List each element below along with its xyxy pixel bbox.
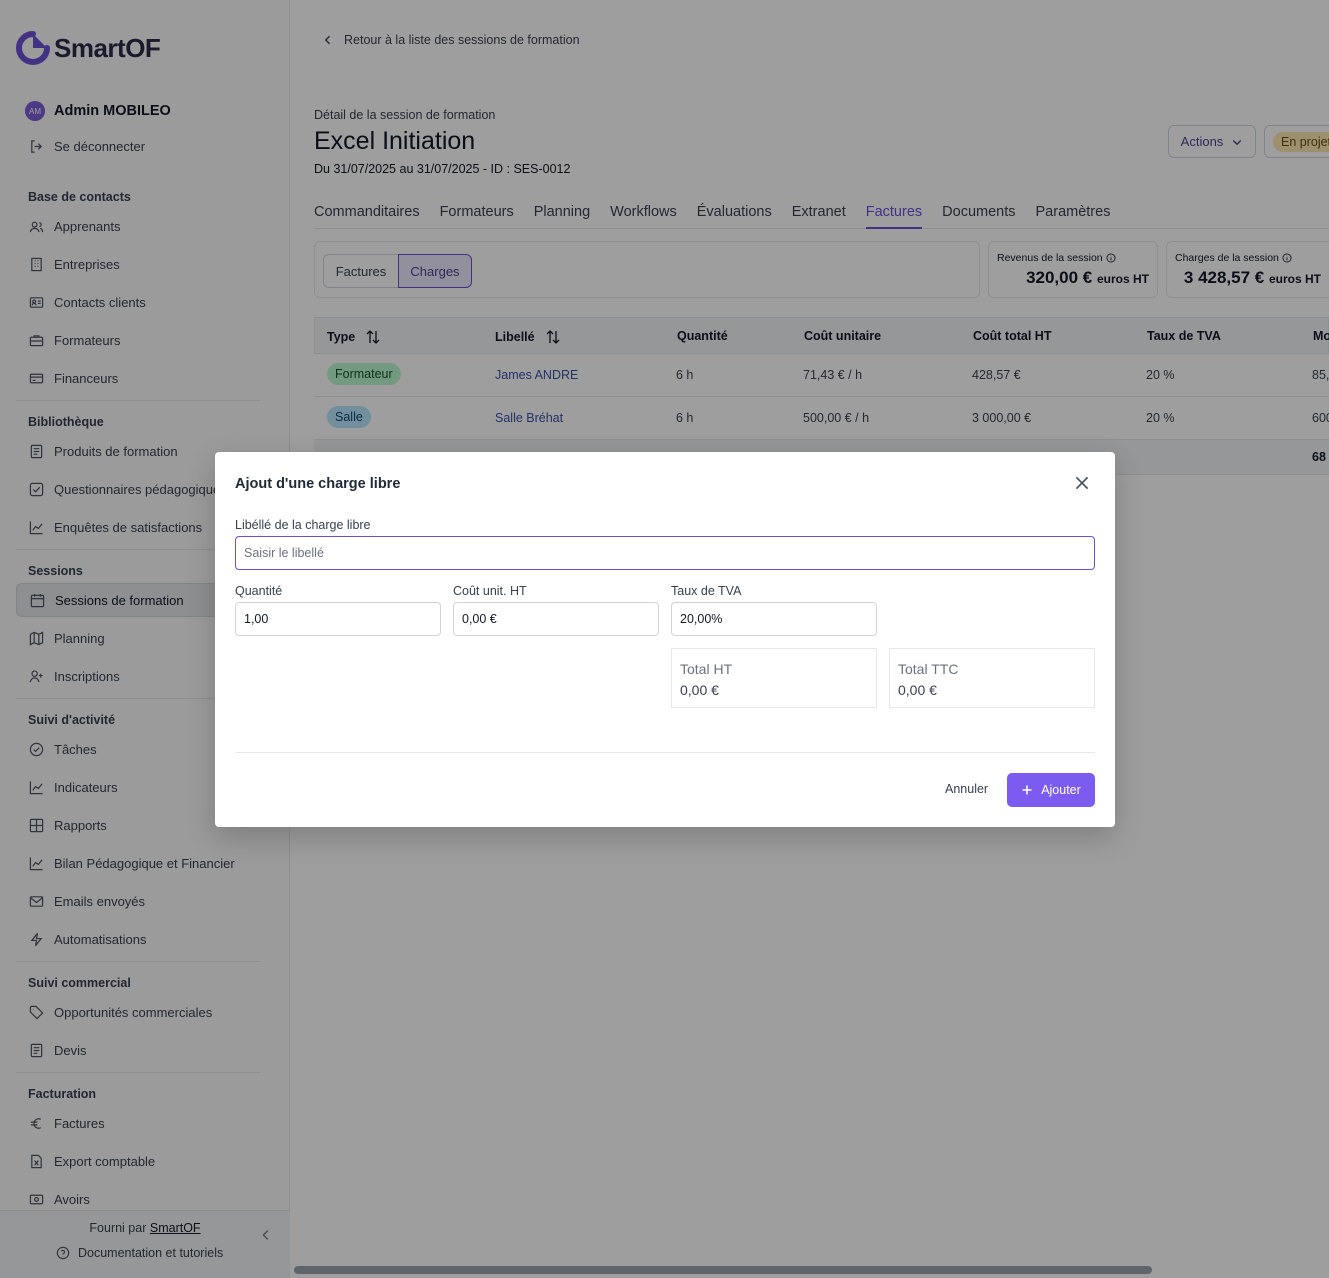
vat-label: Taux de TVA [671,584,742,598]
vat-input[interactable]: 20,00% [671,602,877,636]
unit-cost-input[interactable]: 0,00 € [453,602,659,636]
total-ht-label: Total HT [680,661,733,677]
charge-label-input[interactable]: Saisir le libellé [235,536,1095,570]
plus-icon [1022,785,1032,795]
label-field-label: Libéllé de la charge libre [235,518,371,532]
unit-cost-label: Coût unit. HT [453,584,527,598]
quantity-input[interactable]: 1,00 [235,602,441,636]
add-charge-dialog: Ajout d'une charge libre Libéllé de la c… [215,452,1115,827]
total-ttc-value: 0,00 € [898,682,937,698]
total-ht-value: 0,00 € [680,682,719,698]
total-ht-box: Total HT 0,00 € [671,648,877,708]
add-button[interactable]: Ajouter [1007,773,1095,807]
add-label: Ajouter [1041,783,1081,797]
total-ttc-box: Total TTC 0,00 € [889,648,1095,708]
dialog-divider [235,752,1095,753]
cancel-button[interactable]: Annuler [945,782,988,796]
qty-label: Quantité [235,584,283,598]
total-ttc-label: Total TTC [898,661,959,677]
close-icon[interactable] [1073,474,1091,492]
dialog-title: Ajout d'une charge libre [235,476,401,492]
